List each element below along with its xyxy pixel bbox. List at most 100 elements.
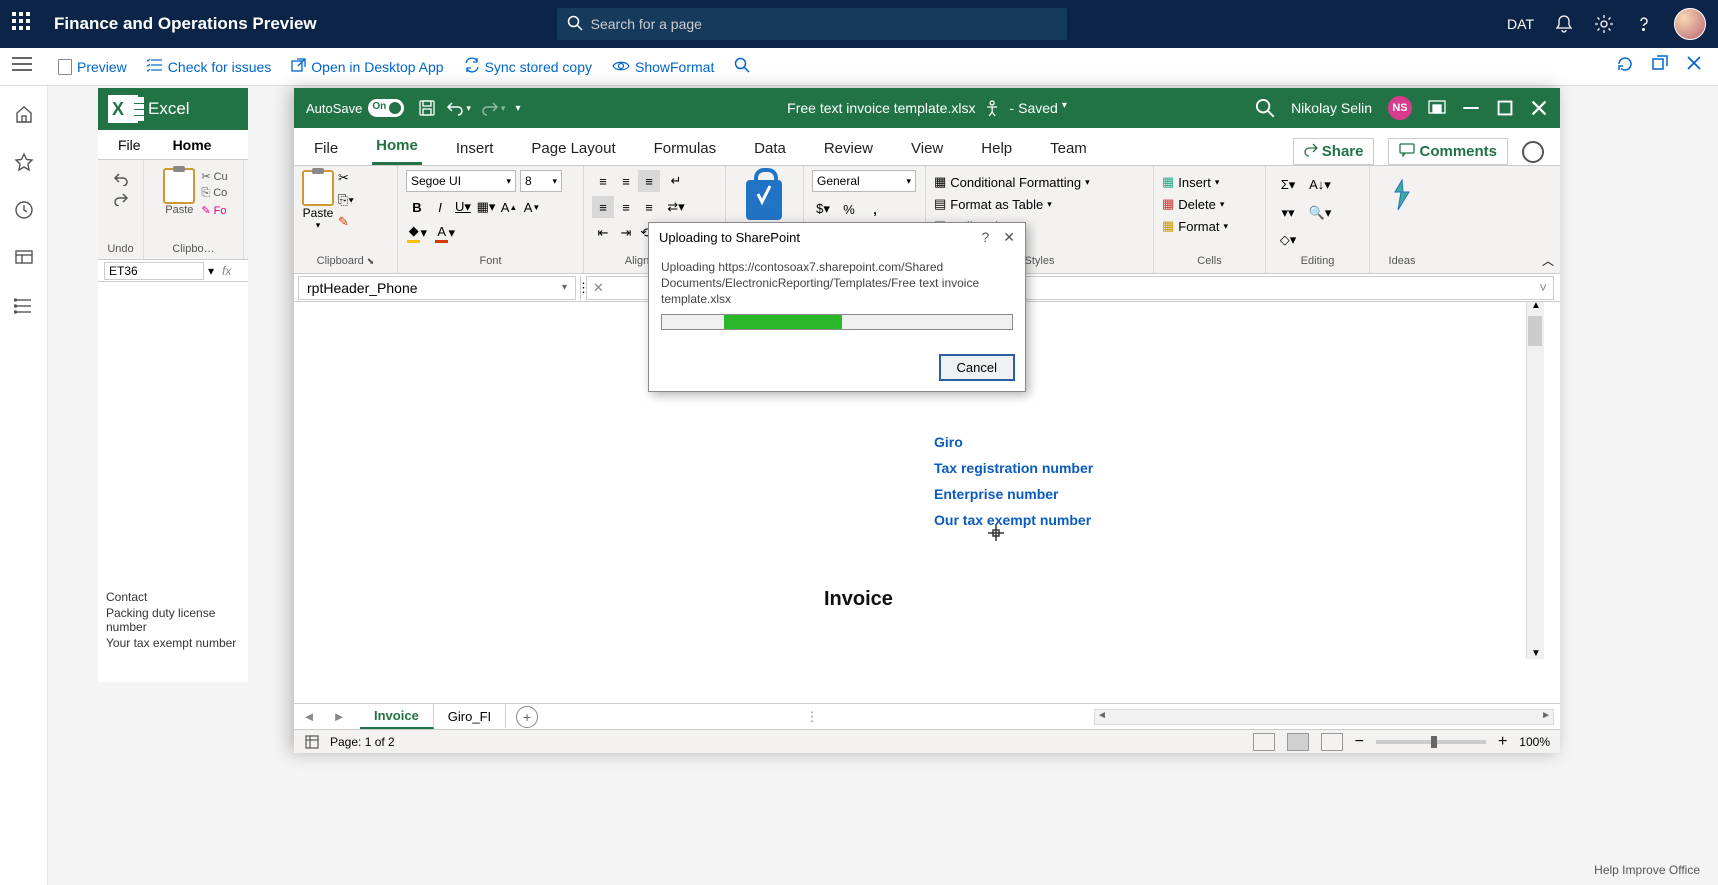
zoom-out-button[interactable]: − [1355,733,1364,751]
indent-inc-icon[interactable]: ⇥ [615,222,637,244]
global-search[interactable]: Search for a page [557,8,1067,40]
paste-icon[interactable] [163,168,195,204]
merge-button[interactable]: ⇄▾ [661,196,691,218]
wrap-text-button[interactable]: ↵ [661,170,691,192]
namebox-input[interactable]: rptHeader_Phone ▾ [298,276,576,300]
ribbon-display-icon[interactable] [1428,100,1446,116]
format-as-table-button[interactable]: ▤Format as Table ▾ [934,196,1052,212]
align-bot-icon[interactable]: ≡ [638,170,660,192]
dialog-help-icon[interactable]: ? [981,229,989,246]
check-issues-button[interactable]: Check for issues [147,58,271,75]
tab-file[interactable]: File [310,132,342,165]
undo-dropdown[interactable]: ▾ [446,99,471,117]
horizontal-scrollbar[interactable] [1094,709,1554,725]
underline-button[interactable]: U▾ [452,196,474,218]
search-small-icon[interactable] [734,57,750,76]
tab-team[interactable]: Team [1046,132,1091,165]
bell-icon[interactable] [1554,14,1574,34]
copy-icon[interactable]: ⎘▾ [338,192,354,208]
expand-formula-icon[interactable]: ˅ [1539,280,1547,295]
align-right-icon[interactable]: ≡ [638,196,660,218]
font-color-button[interactable]: A▾ [434,222,456,244]
page-break-view-button[interactable] [1321,733,1343,751]
minimize-icon[interactable] [1462,99,1480,117]
user-initials-badge[interactable]: NS [1388,96,1412,120]
find-button[interactable]: 🔍▾ [1306,202,1334,224]
gear-icon[interactable] [1594,14,1614,34]
tab-data[interactable]: Data [750,132,790,165]
redo-dropdown[interactable]: ▾ [481,99,506,117]
workspace-icon[interactable] [14,248,34,268]
user-avatar[interactable] [1674,8,1706,40]
vertical-scrollbar[interactable]: ▲ ▼ [1526,302,1544,659]
zoom-level[interactable]: 100% [1519,735,1550,749]
saved-indicator[interactable]: - Saved ▾ [1009,100,1066,116]
italic-button[interactable]: I [429,196,451,218]
tab-review[interactable]: Review [820,132,877,165]
comma-button[interactable]: , [864,198,886,220]
bold-button[interactable]: B [406,196,428,218]
indent-dec-icon[interactable]: ⇤ [592,222,614,244]
popout-icon[interactable] [1652,55,1668,78]
autosave-toggle[interactable]: AutoSave On [306,99,404,117]
sheet-tab-girofi[interactable]: Giro_FI [434,705,506,728]
ideas-icon[interactable] [1387,178,1417,214]
cancel-button[interactable]: Cancel [939,354,1015,381]
close-icon[interactable] [1686,55,1702,78]
format-painter-icon[interactable]: ✎ Fo [201,204,227,217]
title-search-icon[interactable] [1255,98,1275,118]
show-format-button[interactable]: ShowFormat [612,59,714,75]
home-icon[interactable] [14,104,34,124]
align-center-icon[interactable]: ≡ [615,196,637,218]
app-launcher-icon[interactable] [12,12,36,36]
help-improve-link[interactable]: Help Improve Office [1594,863,1700,877]
align-mid-icon[interactable]: ≡ [615,170,637,192]
dialog-close-icon[interactable]: ✕ [1003,229,1015,246]
open-desktop-button[interactable]: Open in Desktop App [291,58,443,76]
tab-help[interactable]: Help [977,132,1016,165]
feedback-smiley-icon[interactable] [1522,141,1544,163]
page-layout-view-button[interactable] [1287,733,1309,751]
add-sheet-button[interactable]: + [516,706,538,728]
tab-home[interactable]: Home [372,129,422,165]
preview-button[interactable]: Preview [58,59,127,75]
cut-icon[interactable]: ✂ Cu [201,170,227,183]
cancel-formula-icon[interactable]: ✕ [593,280,604,296]
autosum-button[interactable]: Σ▾ [1274,174,1302,196]
clock-icon[interactable] [14,200,34,220]
sheet-nav-next[interactable]: ► [324,709,354,724]
font-name-dropdown[interactable]: Segoe UI▾ [406,170,516,192]
align-top-icon[interactable]: ≡ [592,170,614,192]
conditional-formatting-button[interactable]: ▦Conditional Formatting ▾ [934,174,1090,190]
sheet-tab-invoice[interactable]: Invoice [360,704,434,729]
border-button[interactable]: ▦▾ [475,196,497,218]
toggle-switch[interactable]: On [368,99,404,117]
hamburger-icon[interactable] [12,56,32,75]
decrease-font-icon[interactable]: A▼ [521,196,543,218]
normal-view-button[interactable] [1253,733,1275,751]
currency-button[interactable]: $▾ [812,198,834,220]
star-icon[interactable] [14,152,34,172]
modules-icon[interactable] [14,296,34,316]
protect-icon[interactable] [746,180,782,220]
redo-icon[interactable] [113,192,129,206]
ribbon-paste-icon[interactable] [302,170,334,206]
fill-button[interactable]: ▾▾ [1274,202,1302,224]
maximize-icon[interactable] [1496,99,1514,117]
format-painter-icon[interactable]: ✎ [338,214,354,230]
sync-button[interactable]: Sync stored copy [464,57,592,76]
align-left-icon[interactable]: ≡ [592,196,614,218]
save-icon[interactable] [418,99,436,117]
clear-button[interactable]: ◇▾ [1274,229,1302,251]
accessibility-icon[interactable] [983,99,1001,117]
sheet-nav-prev[interactable]: ◄ [294,709,324,724]
increase-font-icon[interactable]: A▲ [498,196,520,218]
tab-page-layout[interactable]: Page Layout [527,132,619,165]
sort-filter-button[interactable]: A↓▾ [1306,174,1334,196]
share-button[interactable]: Share [1293,138,1375,165]
tab-formulas[interactable]: Formulas [650,132,721,165]
back-namebox-input[interactable] [104,262,204,280]
format-cells-button[interactable]: ▦Format ▾ [1162,218,1228,234]
percent-button[interactable]: % [838,198,860,220]
company-code[interactable]: DAT [1507,16,1534,32]
